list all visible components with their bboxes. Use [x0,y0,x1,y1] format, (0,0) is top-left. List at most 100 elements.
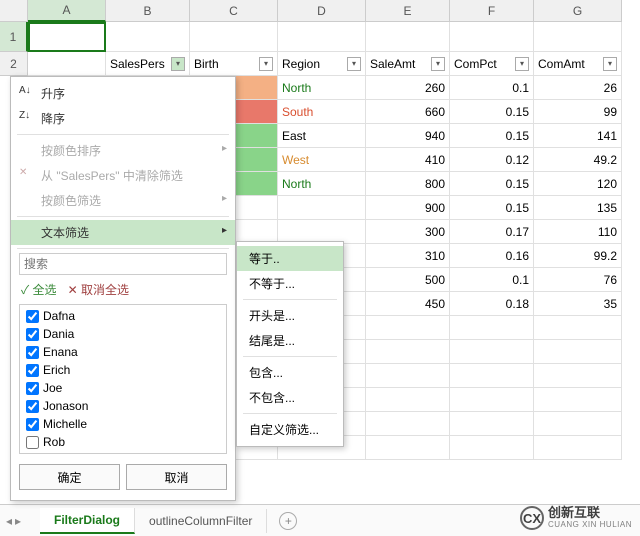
cell[interactable]: 940 [366,124,450,148]
cell[interactable]: 800 [366,172,450,196]
nav-next-icon[interactable]: ▸ [15,514,21,528]
filter-value-item[interactable]: Erich [22,361,224,379]
tab-outlinecolumnfilter[interactable]: outlineColumnFilter [135,509,267,533]
col-header-E[interactable]: E [366,0,450,22]
col-header-C[interactable]: C [190,0,278,22]
tab-filterdialog[interactable]: FilterDialog [40,508,135,534]
cell[interactable] [366,340,450,364]
filter-value-checkbox[interactable] [26,328,39,341]
cell[interactable]: 660 [366,100,450,124]
cell[interactable]: 0.15 [450,124,534,148]
text-filter[interactable]: 文本筛选▸ [11,220,235,245]
nav-prev-icon[interactable]: ◂ [6,514,12,528]
cell[interactable]: 0.18 [450,292,534,316]
cell[interactable] [534,340,622,364]
cell[interactable]: 26 [534,76,622,100]
cell[interactable]: East [278,124,366,148]
cell[interactable]: 410 [366,148,450,172]
header-cell-D[interactable]: Region▾ [278,52,366,76]
col-header-G[interactable]: G [534,0,622,22]
cell[interactable] [534,364,622,388]
tab-nav[interactable]: ◂▸ [6,514,21,528]
row-header-2[interactable]: 2 [0,52,28,76]
cancel-button[interactable]: 取消 [126,464,227,490]
cell[interactable]: 500 [366,268,450,292]
cell[interactable]: 141 [534,124,622,148]
filter-ends-with[interactable]: 结尾是... [237,328,343,353]
col-header-F[interactable]: F [450,0,534,22]
cell[interactable]: 310 [366,244,450,268]
header-cell-B[interactable]: SalesPers▾ [106,52,190,76]
filter-value-item[interactable]: Rob [22,433,224,451]
filter-equals[interactable]: 等于.. [237,246,343,271]
cell[interactable]: 900 [366,196,450,220]
cell[interactable] [534,412,622,436]
cell[interactable] [450,316,534,340]
cell-D1[interactable] [278,22,366,52]
cell[interactable]: 110 [534,220,622,244]
sort-desc[interactable]: Z↓降序 [11,106,235,131]
cell[interactable] [450,364,534,388]
sort-asc[interactable]: A↓升序 [11,81,235,106]
filter-dropdown-icon[interactable]: ▾ [171,57,185,71]
filter-dropdown-icon[interactable]: ▾ [603,57,617,71]
filter-value-checkbox[interactable] [26,436,39,449]
cell[interactable]: 0.1 [450,268,534,292]
filter-not-equals[interactable]: 不等于... [237,271,343,296]
cell[interactable] [534,388,622,412]
ok-button[interactable]: 确定 [19,464,120,490]
cell[interactable]: 300 [366,220,450,244]
filter-value-item[interactable]: Dania [22,325,224,343]
cell[interactable]: 35 [534,292,622,316]
cell[interactable] [534,436,622,460]
cell-E1[interactable] [366,22,450,52]
filter-value-item[interactable]: Michelle [22,415,224,433]
header-cell-E[interactable]: SaleAmt▾ [366,52,450,76]
cell[interactable] [366,388,450,412]
cell-B1[interactable] [106,22,190,52]
col-header-D[interactable]: D [278,0,366,22]
row-header-1[interactable]: 1 [0,22,28,52]
cell[interactable]: 120 [534,172,622,196]
header-cell-G[interactable]: ComAmt▾ [534,52,622,76]
cell[interactable]: 0.17 [450,220,534,244]
filter-value-checkbox[interactable] [26,400,39,413]
filter-dropdown-icon[interactable]: ▾ [259,57,273,71]
cell[interactable] [450,340,534,364]
select-all-corner[interactable] [0,0,28,22]
cell[interactable]: 99 [534,100,622,124]
cell-F1[interactable] [450,22,534,52]
cell-A1[interactable] [28,22,106,52]
cell[interactable] [366,436,450,460]
filter-contains[interactable]: 包含... [237,360,343,385]
cell[interactable] [278,196,366,220]
filter-not-contains[interactable]: 不包含... [237,385,343,410]
cell-C1[interactable] [190,22,278,52]
select-all-link[interactable]: ✓ 全选 [21,283,57,297]
filter-dropdown-icon[interactable]: ▾ [347,57,361,71]
header-cell-C[interactable]: Birth▾ [190,52,278,76]
filter-dropdown-icon[interactable]: ▾ [431,57,445,71]
cell[interactable] [534,316,622,340]
header-cell-F[interactable]: ComPct▾ [450,52,534,76]
filter-search-input[interactable] [19,253,227,275]
filter-value-checkbox[interactable] [26,418,39,431]
cell[interactable]: 49.2 [534,148,622,172]
col-header-A[interactable]: A [28,0,106,22]
deselect-all-link[interactable]: ✕ 取消全选 [68,283,129,297]
filter-value-checkbox[interactable] [26,346,39,359]
header-cell-A[interactable] [28,52,106,76]
filter-values-list[interactable]: DafnaDaniaEnanaErichJoeJonasonMichelleRo… [19,304,227,454]
cell[interactable]: 0.15 [450,100,534,124]
add-sheet-button[interactable]: + [279,512,297,530]
filter-dropdown-icon[interactable]: ▾ [515,57,529,71]
filter-value-item[interactable]: Dafna [22,307,224,325]
cell[interactable]: 76 [534,268,622,292]
filter-value-checkbox[interactable] [26,382,39,395]
cell[interactable] [450,436,534,460]
cell[interactable]: 135 [534,196,622,220]
cell[interactable]: West [278,148,366,172]
cell[interactable]: 0.15 [450,172,534,196]
col-header-B[interactable]: B [106,0,190,22]
filter-value-checkbox[interactable] [26,310,39,323]
